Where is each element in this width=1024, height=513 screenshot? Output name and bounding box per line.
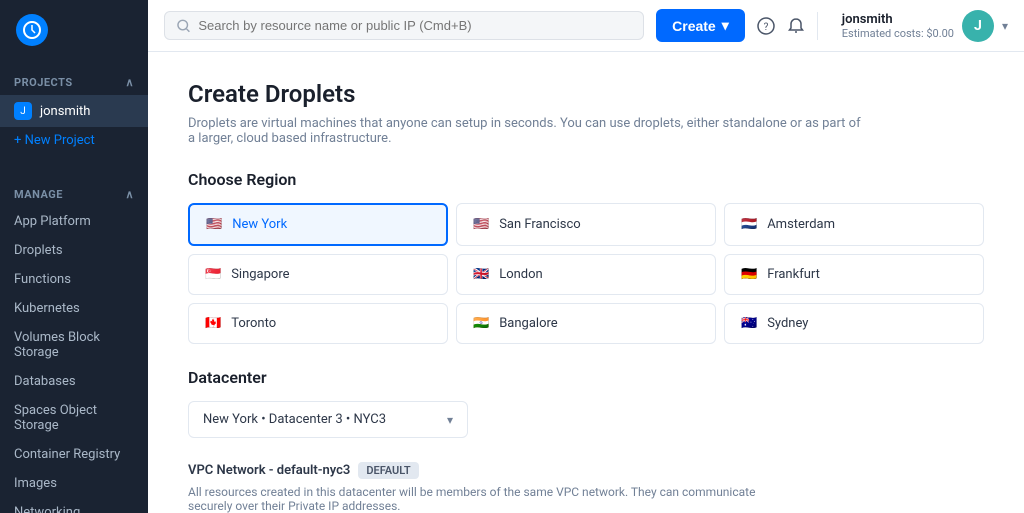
region-label-toronto: Toronto <box>231 316 276 331</box>
active-project[interactable]: J jonsmith <box>0 95 148 127</box>
sidebar-item-volumes[interactable]: Volumes Block Storage <box>0 323 148 367</box>
user-chevron-icon: ▾ <box>1002 19 1008 33</box>
projects-header: PROJECTS ∧ <box>0 70 148 95</box>
projects-section: PROJECTS ∧ J jonsmith + New Project <box>0 60 148 164</box>
manage-section: MANAGE ∧ App Platform Droplets Functions… <box>0 172 148 513</box>
flag-sydney: 🇦🇺 <box>741 316 757 331</box>
region-label-amsterdam: Amsterdam <box>767 217 835 232</box>
flag-bangalore: 🇮🇳 <box>473 316 489 331</box>
region-card-toronto[interactable]: 🇨🇦 Toronto <box>188 303 448 344</box>
user-details: jonsmith Estimated costs: $0.00 <box>842 12 954 40</box>
sidebar-item-functions[interactable]: Functions <box>0 265 148 294</box>
header-icons: ? <box>757 17 805 35</box>
datacenter-title: Datacenter <box>188 368 984 387</box>
sidebar-item-droplets[interactable]: Droplets <box>0 236 148 265</box>
region-card-singapore[interactable]: 🇸🇬 Singapore <box>188 254 448 295</box>
flag-toronto: 🇨🇦 <box>205 316 221 331</box>
sidebar-item-databases[interactable]: Databases <box>0 367 148 396</box>
sidebar-item-kubernetes[interactable]: Kubernetes <box>0 294 148 323</box>
notifications-icon[interactable] <box>787 17 805 35</box>
region-label-london: London <box>499 267 543 282</box>
sidebar-item-app-platform[interactable]: App Platform <box>0 207 148 236</box>
region-card-sydney[interactable]: 🇦🇺 Sydney <box>724 303 984 344</box>
region-card-london[interactable]: 🇬🇧 London <box>456 254 716 295</box>
choose-region-section: Choose Region 🇺🇸 New York 🇺🇸 San Francis… <box>188 170 984 344</box>
logo-icon <box>16 14 48 46</box>
region-card-new-york[interactable]: 🇺🇸 New York <box>188 203 448 246</box>
avatar[interactable]: J <box>962 10 994 42</box>
header-divider <box>817 12 818 40</box>
datacenter-section: Datacenter New York • Datacenter 3 • NYC… <box>188 368 984 438</box>
flag-frankfurt: 🇩🇪 <box>741 267 757 282</box>
datacenter-select[interactable]: New York • Datacenter 3 • NYC3 ▾ <box>188 401 468 438</box>
vpc-section: VPC Network - default-nyc3 DEFAULT All r… <box>188 462 984 513</box>
content-area: Create Droplets Droplets are virtual mac… <box>148 52 1024 513</box>
region-section-title: Choose Region <box>188 170 984 189</box>
page-title: Create Droplets <box>188 80 984 108</box>
main-area: Create ▾ ? jonsmith Estimated costs: $0.… <box>148 0 1024 513</box>
flag-new-york: 🇺🇸 <box>206 217 222 232</box>
region-card-frankfurt[interactable]: 🇩🇪 Frankfurt <box>724 254 984 295</box>
new-project-button[interactable]: + New Project <box>0 127 148 154</box>
sidebar-item-spaces[interactable]: Spaces Object Storage <box>0 396 148 440</box>
region-label-singapore: Singapore <box>231 267 289 282</box>
sidebar-item-images[interactable]: Images <box>0 469 148 498</box>
search-icon <box>177 19 190 33</box>
create-button[interactable]: Create ▾ <box>656 9 745 42</box>
region-label-san-francisco: San Francisco <box>499 217 581 232</box>
search-bar[interactable] <box>164 11 644 40</box>
project-icon: J <box>14 102 32 120</box>
sidebar: PROJECTS ∧ J jonsmith + New Project MANA… <box>0 0 148 513</box>
user-name: jonsmith <box>842 12 954 27</box>
user-info: jonsmith Estimated costs: $0.00 J ▾ <box>830 10 1008 42</box>
vpc-badge: DEFAULT <box>358 462 418 479</box>
vpc-name: VPC Network - default-nyc3 <box>188 463 350 478</box>
estimated-costs: Estimated costs: $0.00 <box>842 27 954 40</box>
datacenter-value: New York • Datacenter 3 • NYC3 <box>203 412 386 427</box>
region-label-bangalore: Bangalore <box>499 316 557 331</box>
region-grid: 🇺🇸 New York 🇺🇸 San Francisco 🇳🇱 Amsterda… <box>188 203 984 344</box>
flag-singapore: 🇸🇬 <box>205 267 221 282</box>
vpc-description: All resources created in this datacenter… <box>188 485 788 513</box>
flag-amsterdam: 🇳🇱 <box>741 217 757 232</box>
manage-header: MANAGE ∧ <box>0 182 148 207</box>
sidebar-item-networking[interactable]: Networking <box>0 498 148 513</box>
flag-london: 🇬🇧 <box>473 267 489 282</box>
region-label-frankfurt: Frankfurt <box>767 267 820 282</box>
region-card-amsterdam[interactable]: 🇳🇱 Amsterdam <box>724 203 984 246</box>
search-input[interactable] <box>198 18 631 33</box>
help-icon[interactable]: ? <box>757 17 775 35</box>
region-label-sydney: Sydney <box>767 316 808 331</box>
region-label-new-york: New York <box>232 217 287 232</box>
region-card-san-francisco[interactable]: 🇺🇸 San Francisco <box>456 203 716 246</box>
logo <box>0 0 148 60</box>
page-description: Droplets are virtual machines that anyon… <box>188 116 868 146</box>
datacenter-chevron-icon: ▾ <box>447 413 453 427</box>
flag-san-francisco: 🇺🇸 <box>473 217 489 232</box>
header: Create ▾ ? jonsmith Estimated costs: $0.… <box>148 0 1024 52</box>
sidebar-item-container-registry[interactable]: Container Registry <box>0 440 148 469</box>
svg-text:?: ? <box>763 22 768 33</box>
vpc-info: VPC Network - default-nyc3 DEFAULT <box>188 462 984 479</box>
region-card-bangalore[interactable]: 🇮🇳 Bangalore <box>456 303 716 344</box>
